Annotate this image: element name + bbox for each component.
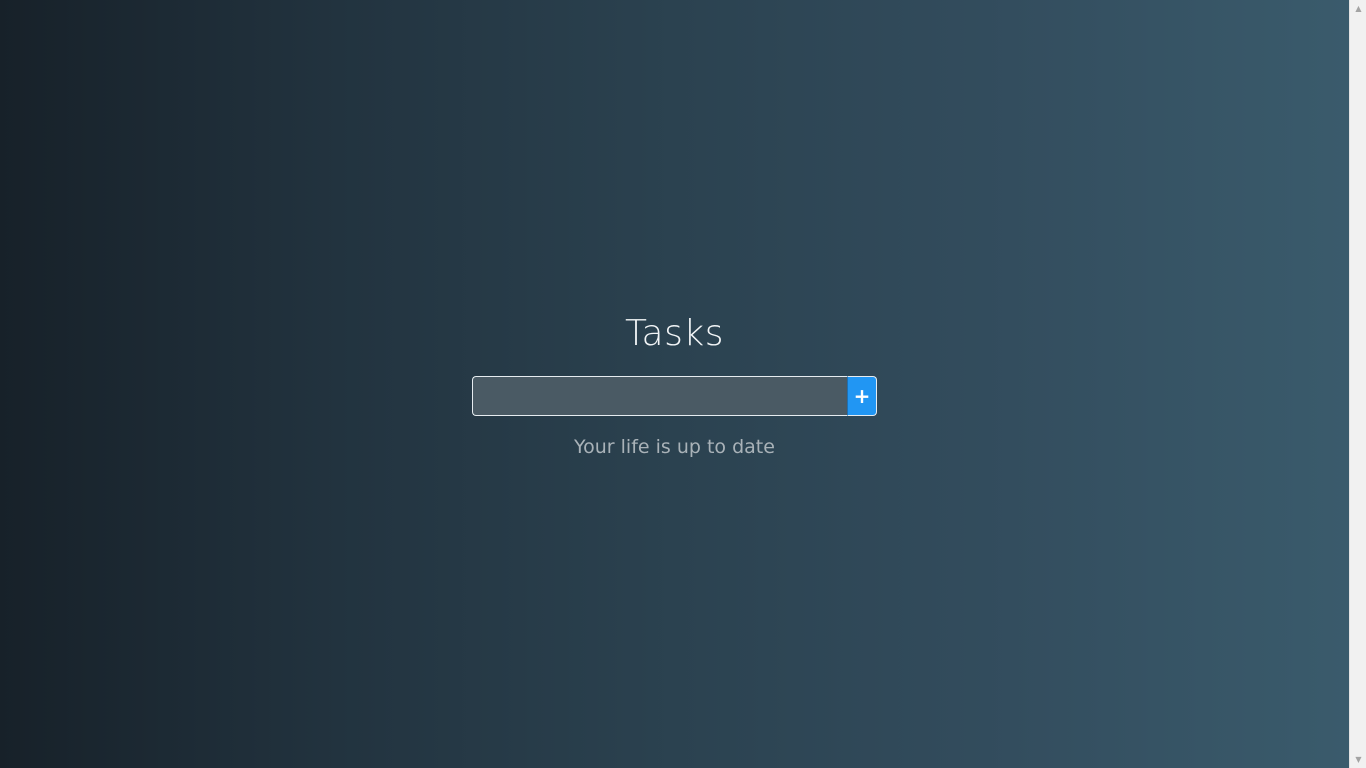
page-title: Tasks (625, 313, 724, 354)
scroll-up-icon[interactable]: ▲ (1350, 0, 1366, 17)
tasks-app: Tasks + Your life is up to date (0, 0, 1349, 768)
scroll-down-icon[interactable]: ▼ (1350, 751, 1366, 768)
add-task-form: + (472, 376, 877, 416)
add-task-button[interactable]: + (847, 376, 877, 416)
empty-state-message: Your life is up to date (574, 436, 775, 458)
task-input[interactable] (472, 376, 847, 416)
vertical-scrollbar[interactable]: ▲ ▼ (1349, 0, 1366, 768)
plus-icon: + (853, 384, 871, 408)
page-background: Tasks + Your life is up to date (0, 0, 1349, 768)
